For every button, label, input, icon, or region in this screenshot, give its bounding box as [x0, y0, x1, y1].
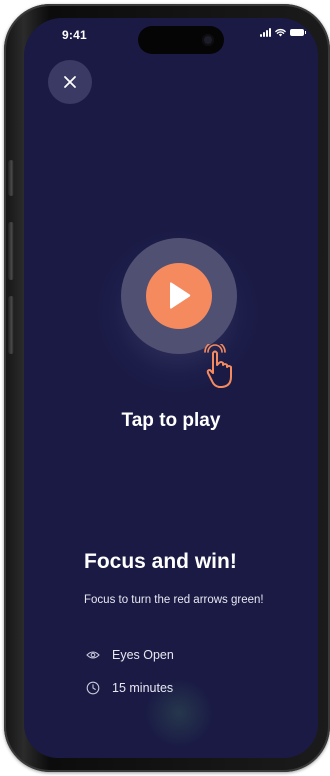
phone-side-button: [8, 296, 14, 354]
dynamic-island: [138, 26, 224, 54]
app-screen: 9:41 Tap to play Focus and win! Focus to…: [24, 18, 318, 758]
session-title: Focus and win!: [84, 550, 237, 573]
detail-row-duration: 15 minutes: [86, 681, 173, 695]
detail-row-eyes: Eyes Open: [86, 648, 174, 662]
stage: 9:41 Tap to play Focus and win! Focus to…: [0, 0, 330, 776]
phone-side-button: [8, 222, 14, 280]
tap-hand-icon: [204, 344, 232, 388]
detail-label: Eyes Open: [112, 648, 174, 662]
session-description: Focus to turn the red arrows green!: [84, 594, 264, 606]
play-button[interactable]: [121, 238, 237, 354]
status-time: 9:41: [62, 28, 87, 42]
tap-to-play-label: Tap to play: [121, 410, 221, 431]
detail-label: 15 minutes: [112, 681, 174, 695]
close-button[interactable]: [48, 60, 92, 104]
status-bar: 9:41: [24, 18, 318, 54]
signal-icon: [260, 28, 271, 37]
wifi-icon: [275, 29, 286, 37]
camera-icon: [202, 34, 214, 46]
clock-icon: [86, 681, 100, 695]
play-icon: [170, 282, 191, 309]
battery-icon: [290, 29, 306, 36]
eye-icon: [86, 648, 100, 662]
phone-side-button: [8, 160, 14, 196]
status-icons: [260, 28, 306, 37]
close-icon: [64, 76, 76, 88]
play-button-core: [146, 263, 212, 329]
